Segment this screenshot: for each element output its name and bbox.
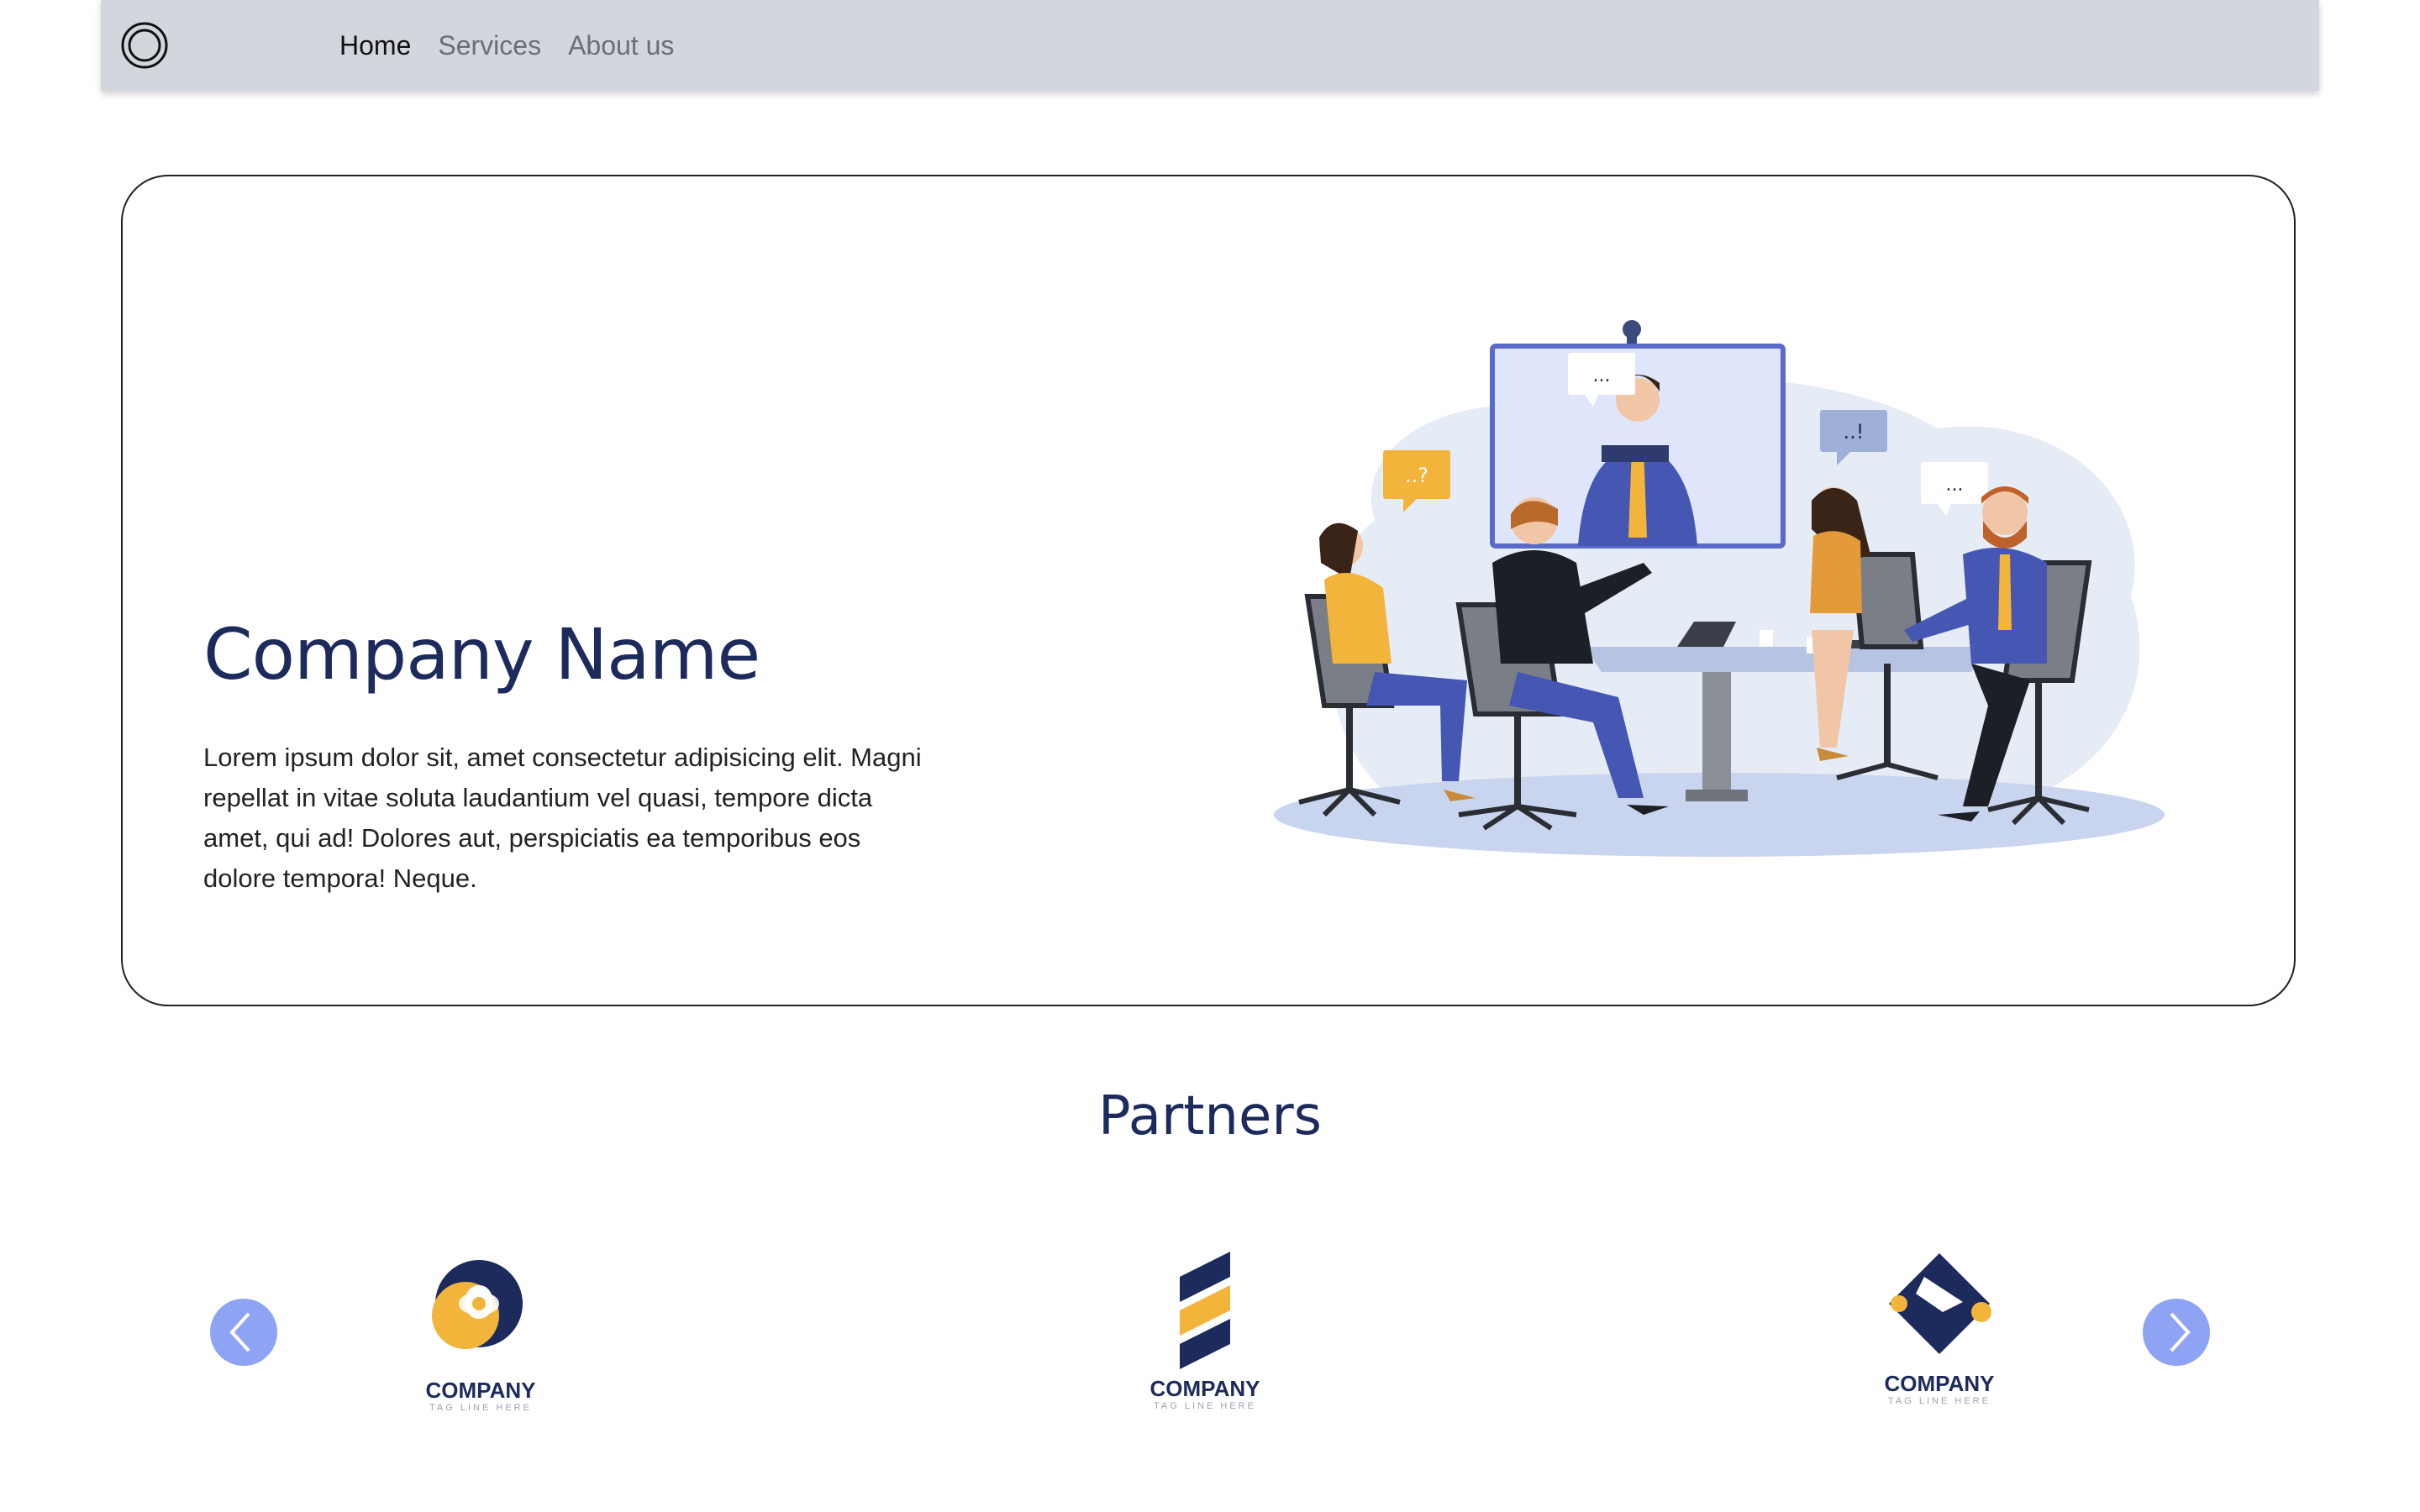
partner-logo-1[interactable]: COMPANY TAG LINE HERE: [397, 1252, 565, 1420]
hero-card: Company Name Lorem ipsum dolor sit, amet…: [121, 175, 2296, 1006]
partner-tagline: TAG LINE HERE: [1154, 1401, 1256, 1411]
carousel-prev-button[interactable]: [210, 1299, 277, 1366]
diamond-logo-icon: [1889, 1253, 1991, 1354]
hero-title: Company Name: [203, 613, 760, 696]
nav-link-home[interactable]: Home: [339, 30, 411, 61]
bubble-text: ...: [1946, 475, 1964, 496]
bubble-text: ...: [1593, 365, 1611, 386]
flower-logo-icon: [432, 1260, 523, 1349]
partners-title: Partners: [1098, 1085, 1322, 1147]
nav-link-services[interactable]: Services: [438, 30, 541, 61]
navbar: Home Services About us: [101, 0, 2319, 91]
hero-description: Lorem ipsum dolor sit, amet consectetur …: [203, 743, 922, 893]
carousel-next-button[interactable]: [2143, 1299, 2210, 1366]
partner-name: COMPANY: [425, 1378, 536, 1403]
partner-logo-2[interactable]: COMPANY TAG LINE HERE: [1121, 1252, 1289, 1420]
partner-logo-3[interactable]: COMPANY TAG LINE HERE: [1855, 1252, 2023, 1420]
s-stripes-logo-icon: [1180, 1252, 1230, 1369]
partner-name: COMPANY: [1150, 1376, 1260, 1401]
chevron-left-icon: [229, 1312, 250, 1352]
concentric-circle-logo-icon[interactable]: [121, 22, 168, 69]
nav-links: Home Services About us: [339, 0, 674, 91]
partner-name: COMPANY: [1884, 1371, 1995, 1396]
page: Home Services About us Company Name Lore…: [101, 0, 2319, 1512]
video-conference-meeting-illustration: ... ..? ..! ...: [1249, 311, 2181, 899]
nav-link-about-us[interactable]: About us: [568, 30, 674, 61]
bubble-text: ..?: [1405, 464, 1428, 487]
partner-tagline: TAG LINE HERE: [1888, 1396, 1991, 1406]
bubble-text: ..!: [1844, 420, 1865, 444]
partner-tagline: TAG LINE HERE: [429, 1403, 532, 1413]
chevron-right-icon: [2170, 1312, 2191, 1352]
